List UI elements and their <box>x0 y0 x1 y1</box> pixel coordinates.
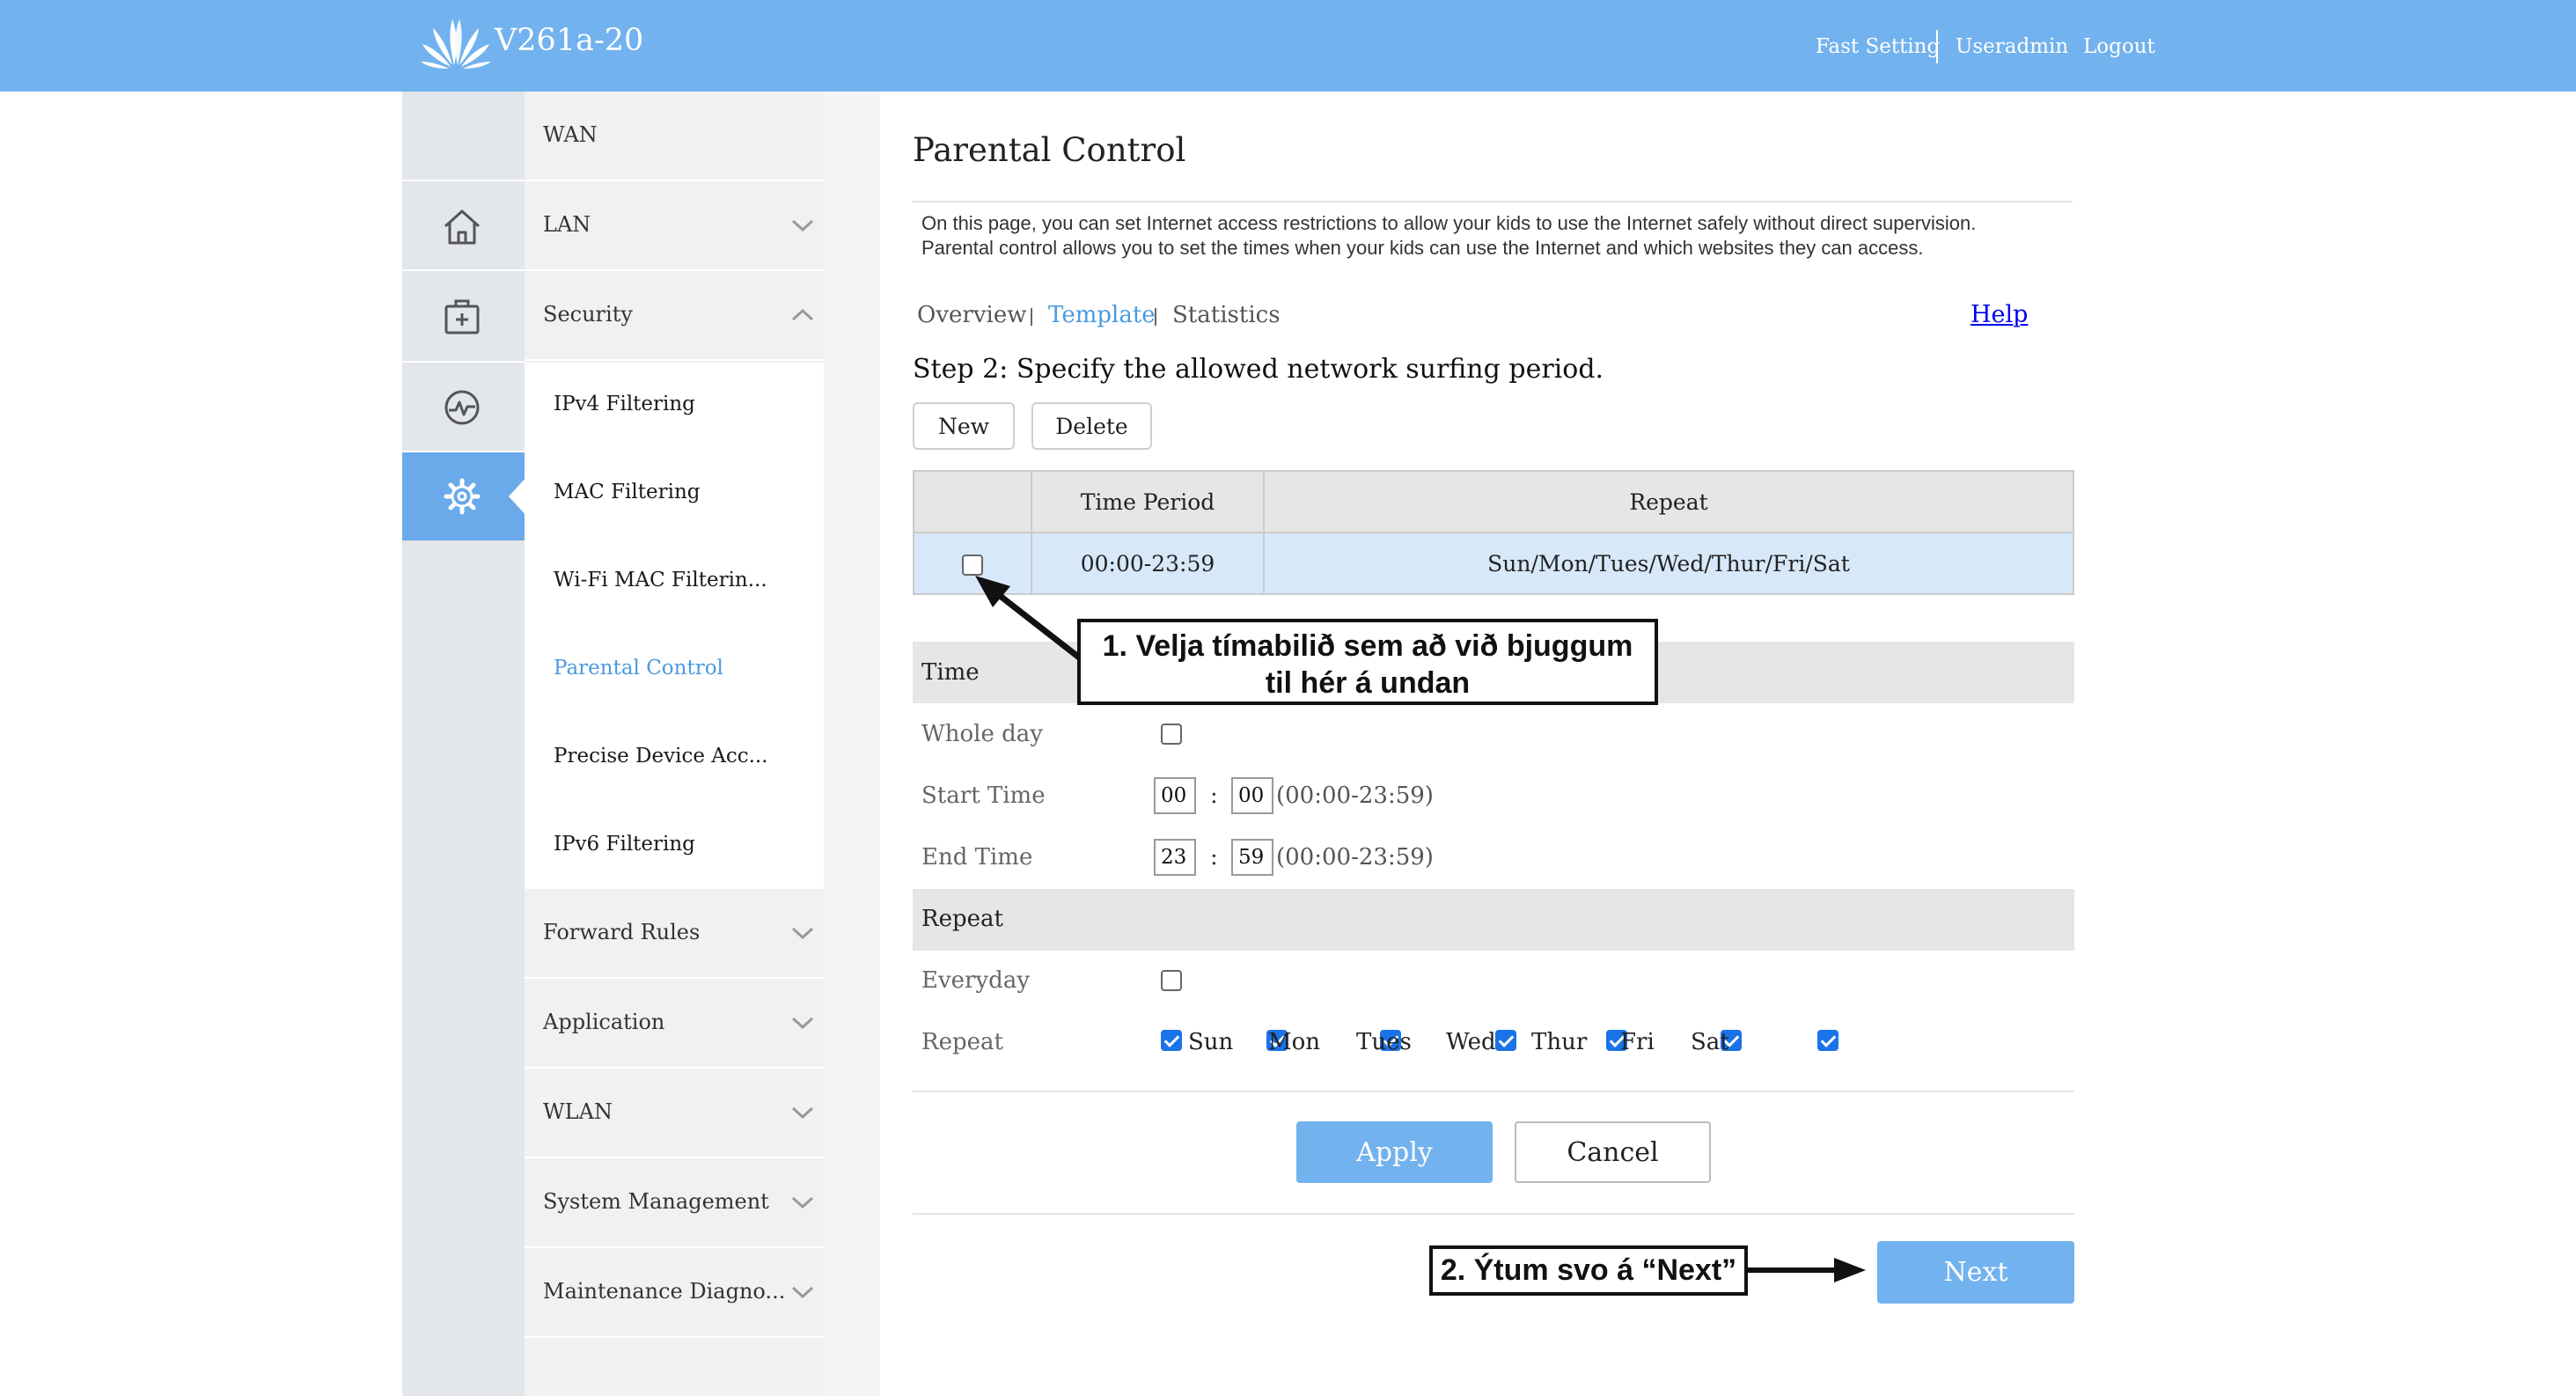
menu-label-wan: WAN <box>543 122 598 147</box>
menu-label-application: Application <box>543 1010 665 1034</box>
tab-statistics[interactable]: Statistics <box>1172 300 1281 330</box>
chevron-down-icon[interactable] <box>790 1195 815 1209</box>
everyday-label: Everyday <box>921 967 1031 994</box>
start-minute-input[interactable] <box>1231 777 1273 814</box>
security-submenu <box>525 363 824 889</box>
chevron-down-icon[interactable] <box>790 926 815 940</box>
day-checkbox-wed[interactable] <box>1495 1030 1517 1051</box>
help-link[interactable]: Help <box>1971 300 2028 330</box>
medical-kit-icon[interactable] <box>429 284 495 349</box>
day-checkbox-sun[interactable] <box>1161 1030 1182 1051</box>
page-description-line-2: Parental control allows you to set the t… <box>921 237 1924 259</box>
menu-label-security: Security <box>543 302 633 327</box>
submenu-item-wifi-mac-filtering[interactable]: Wi-Fi MAC Filterin... <box>554 567 767 593</box>
table-header-row: Time Period Repeat <box>913 470 2074 533</box>
page-title: Parental Control <box>913 131 1186 169</box>
day-checkbox-sat[interactable] <box>1816 1030 1838 1051</box>
annotation-callout-line-2: til hér á undan <box>1265 666 1471 700</box>
huawei-logo-icon <box>419 16 493 72</box>
tab-separator <box>1155 308 1156 326</box>
whole-day-label: Whole day <box>921 721 1043 747</box>
tab-separator <box>1031 308 1032 326</box>
delete-button[interactable]: Delete <box>1031 402 1152 450</box>
submenu-item-parental-control[interactable]: Parental Control <box>554 655 723 681</box>
day-label-sat: Sat <box>1691 1029 1729 1055</box>
whole-day-checkbox[interactable] <box>1161 724 1182 745</box>
day-label-tues: Tues <box>1356 1029 1412 1055</box>
tab-template[interactable]: Template <box>1048 300 1156 330</box>
cancel-button[interactable]: Cancel <box>1515 1121 1711 1183</box>
menu-label-wlan: WLAN <box>543 1099 613 1124</box>
table-header-select <box>913 470 1032 533</box>
fast-setting-link[interactable]: Fast Setting <box>1816 33 1940 60</box>
day-label-wed: Wed <box>1446 1029 1496 1055</box>
day-label-sun: Sun <box>1188 1029 1234 1055</box>
footer-divider <box>913 1213 2074 1215</box>
end-time-range-hint: (00:00-23:59) <box>1276 844 1434 871</box>
gear-icon[interactable] <box>429 464 495 529</box>
device-name: V261a-20 <box>495 23 644 58</box>
day-label-mon: Mon <box>1268 1029 1321 1055</box>
annotation-callout-line-1: 1. Velja tímabilið sem að við bjuggum <box>1102 629 1633 663</box>
user-account-link[interactable]: Useradmin <box>1956 33 2068 60</box>
page-description-line-1: On this page, you can set Internet acces… <box>921 212 1977 234</box>
top-header-bar <box>0 0 2576 92</box>
time-colon: : <box>1210 782 1218 809</box>
menu-label-lan: LAN <box>543 212 591 237</box>
menu-label-forward-rules: Forward Rules <box>543 920 701 944</box>
chevron-down-icon[interactable] <box>790 218 815 232</box>
chevron-down-icon[interactable] <box>790 1016 815 1030</box>
callout-arrow-icon <box>1746 1258 1866 1282</box>
end-minute-input[interactable] <box>1231 839 1273 876</box>
chevron-down-icon[interactable] <box>790 1106 815 1120</box>
day-label-thur: Thur <box>1531 1029 1588 1055</box>
callout-arrow-icon <box>975 576 1085 663</box>
diagnostics-icon[interactable] <box>429 375 495 440</box>
next-button[interactable]: Next <box>1877 1241 2074 1304</box>
logout-link[interactable]: Logout <box>2083 33 2155 60</box>
step-instruction: Step 2: Specify the allowed network surf… <box>913 354 1604 385</box>
submenu-item-ipv6-filtering[interactable]: IPv6 Filtering <box>554 831 695 857</box>
content-panel <box>880 92 2161 1396</box>
chevron-down-icon[interactable] <box>790 1285 815 1299</box>
title-divider <box>913 201 2073 202</box>
form-divider <box>913 1091 2074 1092</box>
submenu-item-precise-device-access[interactable]: Precise Device Acc... <box>554 743 768 769</box>
start-time-range-hint: (00:00-23:59) <box>1276 782 1434 809</box>
table-cell-repeat: Sun/Mon/Tues/Wed/Thur/Fri/Sat <box>1263 532 2074 595</box>
annotation-callout-press-next: 2. Ýtum svo á “Next” <box>1429 1245 1748 1296</box>
apply-button[interactable]: Apply <box>1296 1121 1493 1183</box>
time-colon: : <box>1210 844 1218 871</box>
table-header-repeat: Repeat <box>1263 470 2074 533</box>
header-separator <box>1936 30 1938 63</box>
chevron-up-icon[interactable] <box>790 308 815 322</box>
table-header-time-period: Time Period <box>1031 470 1265 533</box>
menu-label-maintenance-diagnosis: Maintenance Diagno... <box>543 1279 786 1304</box>
menu-label-system-management: System Management <box>543 1189 769 1214</box>
everyday-checkbox[interactable] <box>1161 970 1182 991</box>
submenu-item-ipv4-filtering[interactable]: IPv4 Filtering <box>554 391 695 417</box>
tab-overview[interactable]: Overview <box>917 300 1026 330</box>
rail-divider <box>402 269 525 271</box>
rail-divider <box>402 180 525 181</box>
start-hour-input[interactable] <box>1154 777 1196 814</box>
annotation-callout-select-period: 1. Velja tímabilið sem að við bjuggum ti… <box>1077 619 1658 705</box>
repeat-section-header <box>913 889 2074 951</box>
start-time-label: Start Time <box>921 782 1046 809</box>
new-button[interactable]: New <box>913 402 1015 450</box>
submenu-item-mac-filtering[interactable]: MAC Filtering <box>554 479 700 505</box>
home-icon[interactable] <box>429 195 495 260</box>
day-label-fri: Fri <box>1620 1029 1655 1055</box>
rail-divider <box>402 361 525 363</box>
end-hour-input[interactable] <box>1154 839 1196 876</box>
end-time-label: End Time <box>921 844 1033 871</box>
repeat-days-label: Repeat <box>921 1029 1003 1055</box>
repeat-section-label: Repeat <box>921 906 1003 932</box>
